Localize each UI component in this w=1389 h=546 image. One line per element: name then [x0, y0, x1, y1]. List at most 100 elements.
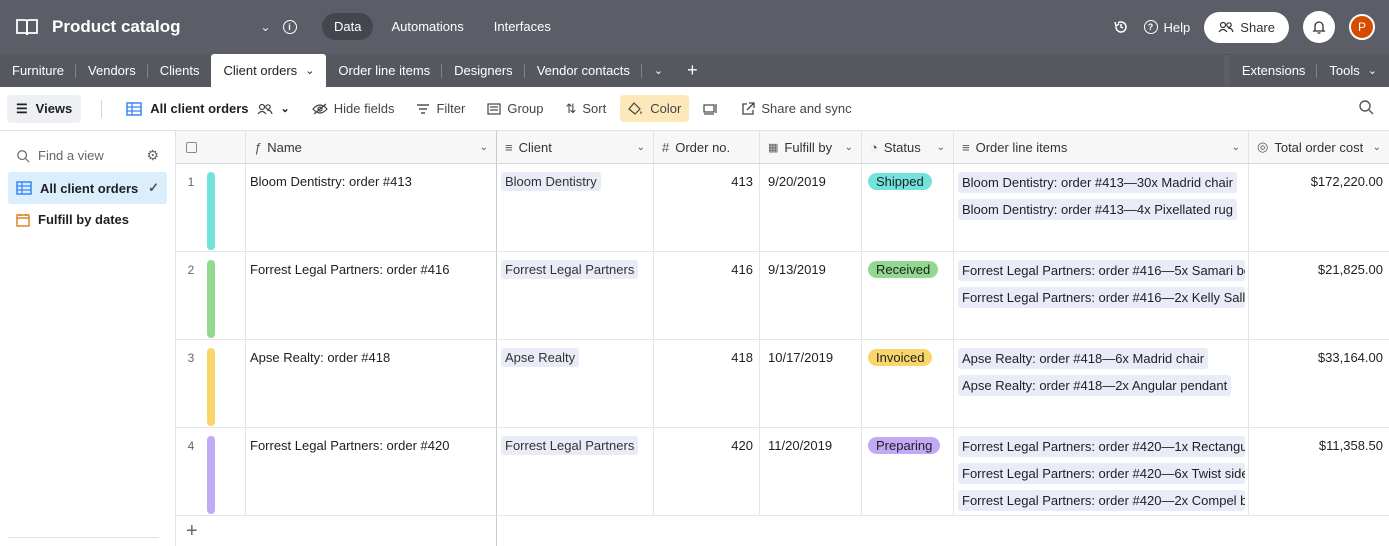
- column-header-client[interactable]: ≡ Client ⌄: [497, 131, 654, 163]
- sort-button[interactable]: ⇅ Sort: [557, 95, 614, 123]
- linked-record-chip[interactable]: Forrest Legal Partners: order #420—1x Re…: [958, 436, 1245, 457]
- linked-record-chip[interactable]: Bloom Dentistry: order #413—4x Pixellate…: [958, 199, 1237, 220]
- book-icon[interactable]: [14, 14, 40, 40]
- avatar[interactable]: P: [1349, 14, 1375, 40]
- search-icon[interactable]: [1358, 99, 1374, 118]
- view-item-fulfill-by-dates[interactable]: Fulfill by dates: [8, 204, 167, 235]
- fulfill-by-cell[interactable]: 10/17/2019: [760, 340, 862, 427]
- select-all-checkbox[interactable]: [186, 141, 197, 153]
- find-view-input[interactable]: Find a view: [38, 148, 138, 163]
- more-tables-chevron-icon[interactable]: ⌄: [642, 54, 675, 87]
- fulfill-by-cell[interactable]: 9/20/2019: [760, 164, 862, 251]
- status-cell[interactable]: Shipped: [862, 164, 954, 251]
- client-cell[interactable]: Forrest Legal Partners: [497, 252, 654, 339]
- table-row[interactable]: 4 Forrest Legal Partners: order #420 For…: [176, 428, 1389, 516]
- chevron-down-icon[interactable]: ⌄: [480, 142, 488, 153]
- order-no-cell[interactable]: 413: [654, 164, 760, 251]
- chevron-down-icon[interactable]: ⌄: [305, 64, 314, 77]
- bell-icon[interactable]: [1303, 11, 1335, 43]
- order-no-cell[interactable]: 416: [654, 252, 760, 339]
- tab-designers[interactable]: Designers: [442, 54, 525, 87]
- add-record-plus-icon[interactable]: +: [176, 516, 497, 546]
- linked-record-chip[interactable]: Apse Realty: order #418—2x Angular penda…: [958, 375, 1232, 396]
- nav-automations[interactable]: Automations: [379, 13, 475, 40]
- fulfill-by-cell[interactable]: 9/13/2019: [760, 252, 862, 339]
- client-cell[interactable]: Apse Realty: [497, 340, 654, 427]
- group-button[interactable]: Group: [479, 95, 551, 122]
- linked-record-chip[interactable]: Forrest Legal Partners: [501, 436, 639, 455]
- nav-interfaces[interactable]: Interfaces: [482, 13, 563, 40]
- order-line-items-cell[interactable]: Forrest Legal Partners: order #416—5x Sa…: [954, 252, 1249, 339]
- check-icon: ✓: [148, 180, 159, 195]
- tools-button[interactable]: Tools ⌄: [1317, 54, 1389, 87]
- name-cell[interactable]: Forrest Legal Partners: order #416: [246, 252, 497, 339]
- name-cell[interactable]: Apse Realty: order #418: [246, 340, 497, 427]
- client-cell[interactable]: Bloom Dentistry: [497, 164, 654, 251]
- extensions-button[interactable]: Extensions: [1230, 54, 1318, 87]
- linked-record-chip[interactable]: Bloom Dentistry: [501, 172, 601, 191]
- client-cell[interactable]: Forrest Legal Partners: [497, 428, 654, 515]
- total-order-cost-cell[interactable]: $33,164.00: [1249, 340, 1389, 427]
- add-table-plus-icon[interactable]: +: [675, 60, 710, 81]
- column-header-status[interactable]: ◔ Status ⌄: [862, 131, 954, 163]
- tab-furniture[interactable]: Furniture: [0, 54, 77, 87]
- order-line-items-cell[interactable]: Apse Realty: order #418—6x Madrid chair …: [954, 340, 1249, 427]
- column-header-total-order-cost[interactable]: ◎ Total order cost ⌄: [1249, 131, 1389, 163]
- total-order-cost-cell[interactable]: $11,358.50: [1249, 428, 1389, 515]
- share-button[interactable]: Share: [1204, 11, 1289, 43]
- total-order-cost-cell[interactable]: $172,220.00: [1249, 164, 1389, 251]
- status-cell[interactable]: Invoiced: [862, 340, 954, 427]
- linked-record-chip[interactable]: Apse Realty: [501, 348, 580, 367]
- tab-clients[interactable]: Clients: [148, 54, 212, 87]
- tab-vendors[interactable]: Vendors: [76, 54, 148, 87]
- fulfill-by-cell[interactable]: 11/20/2019: [760, 428, 862, 515]
- chevron-down-icon[interactable]: ⌄: [1232, 142, 1240, 153]
- chevron-down-icon[interactable]: ⌄: [260, 20, 270, 34]
- tab-vendor-contacts[interactable]: Vendor contacts: [525, 54, 643, 87]
- gear-icon[interactable]: ⚙: [146, 147, 159, 164]
- view-item-all-client-orders[interactable]: All client orders ✓: [8, 172, 167, 204]
- linked-record-chip[interactable]: Bloom Dentistry: order #413—30x Madrid c…: [958, 172, 1237, 193]
- name-cell[interactable]: Forrest Legal Partners: order #420: [246, 428, 497, 515]
- table-row[interactable]: 3 Apse Realty: order #418 Apse Realty 41…: [176, 340, 1389, 428]
- hide-fields-button[interactable]: Hide fields: [304, 95, 403, 122]
- linked-record-chip[interactable]: Apse Realty: order #418—6x Madrid chair: [958, 348, 1209, 369]
- nav-data[interactable]: Data: [322, 13, 374, 40]
- column-header-fulfill-by[interactable]: ▦ Fulfill by ⌄: [760, 131, 862, 163]
- status-cell[interactable]: Preparing: [862, 428, 954, 515]
- tab-order-line-items[interactable]: Order line items: [326, 54, 442, 87]
- tab-client-orders[interactable]: Client orders ⌄: [211, 54, 327, 87]
- order-no-cell[interactable]: 420: [654, 428, 760, 515]
- chevron-down-icon[interactable]: ⌄: [937, 142, 945, 153]
- linked-record-chip[interactable]: Forrest Legal Partners: [501, 260, 639, 279]
- order-no-cell[interactable]: 418: [654, 340, 760, 427]
- chevron-down-icon[interactable]: ⌄: [845, 142, 853, 153]
- help-button[interactable]: ? Help: [1143, 20, 1190, 35]
- find-view-row[interactable]: Find a view ⚙: [8, 139, 167, 172]
- table-row[interactable]: 2 Forrest Legal Partners: order #416 For…: [176, 252, 1389, 340]
- views-toggle-button[interactable]: ☰ Views: [7, 94, 82, 123]
- column-header-name[interactable]: ƒ Name ⌄: [246, 131, 497, 163]
- column-header-order-no[interactable]: # Order no.: [654, 131, 760, 163]
- table-row[interactable]: 1 Bloom Dentistry: order #413 Bloom Dent…: [176, 164, 1389, 252]
- share-sync-button[interactable]: Share and sync: [733, 95, 859, 122]
- color-button[interactable]: Color: [620, 95, 690, 122]
- history-icon[interactable]: [1112, 18, 1130, 36]
- order-line-items-cell[interactable]: Forrest Legal Partners: order #420—1x Re…: [954, 428, 1249, 515]
- row-height-button[interactable]: [695, 97, 727, 121]
- filter-button[interactable]: Filter: [408, 95, 473, 122]
- status-cell[interactable]: Received: [862, 252, 954, 339]
- base-title[interactable]: Product catalog: [52, 17, 180, 37]
- linked-record-chip[interactable]: Forrest Legal Partners: order #420—2x Co…: [958, 490, 1245, 511]
- view-name-button[interactable]: All client orders ⌄: [118, 95, 297, 122]
- column-header-order-line-items[interactable]: ≡ Order line items ⌄: [954, 131, 1249, 163]
- chevron-down-icon[interactable]: ⌄: [637, 142, 645, 153]
- total-order-cost-cell[interactable]: $21,825.00: [1249, 252, 1389, 339]
- chevron-down-icon[interactable]: ⌄: [1373, 142, 1381, 153]
- order-line-items-cell[interactable]: Bloom Dentistry: order #413—30x Madrid c…: [954, 164, 1249, 251]
- linked-record-chip[interactable]: Forrest Legal Partners: order #416—2x Ke…: [958, 287, 1245, 308]
- linked-record-chip[interactable]: Forrest Legal Partners: order #420—6x Tw…: [958, 463, 1245, 484]
- info-icon[interactable]: i: [282, 20, 297, 34]
- name-cell[interactable]: Bloom Dentistry: order #413: [246, 164, 497, 251]
- linked-record-chip[interactable]: Forrest Legal Partners: order #416—5x Sa…: [958, 260, 1245, 281]
